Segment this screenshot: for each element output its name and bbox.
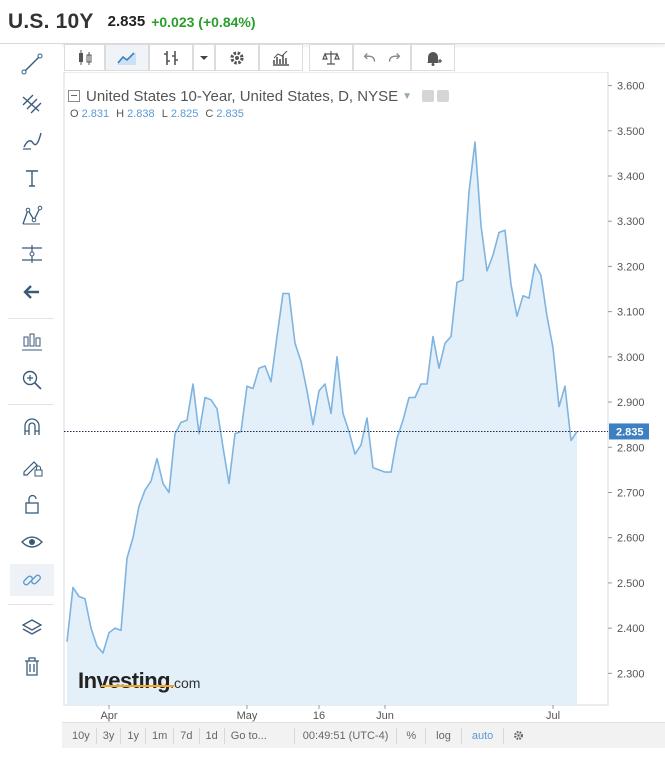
- investing-logo: Investing.com: [78, 668, 200, 694]
- close-value: 2.835: [216, 108, 244, 120]
- x-tick-label: May: [237, 710, 258, 722]
- range-10y[interactable]: 10y: [66, 727, 97, 744]
- indicators-icon: [273, 50, 289, 66]
- range-1y[interactable]: 1y: [121, 727, 146, 744]
- y-tick-label: 3.400: [617, 171, 645, 183]
- x-tick-label: 16: [313, 710, 325, 722]
- undo-redo-group: [353, 44, 411, 71]
- y-tick-label: 3.500: [617, 126, 645, 138]
- chart-legend: United States 10-Year, United States, D,…: [66, 86, 506, 126]
- zoom-icon[interactable]: [10, 364, 54, 396]
- y-tick-label: 3.000: [617, 352, 645, 364]
- link-icon[interactable]: [10, 564, 54, 596]
- visibility-icon[interactable]: [422, 90, 435, 102]
- logo-suffix: .com: [170, 675, 201, 691]
- y-tick-label: 2.300: [617, 668, 645, 680]
- open-label: O: [70, 108, 79, 120]
- line-chart-button[interactable]: [105, 44, 149, 71]
- trend-line-icon[interactable]: [10, 48, 54, 80]
- chart-toolbar: [62, 44, 665, 72]
- y-tick-label: 2.900: [617, 397, 645, 409]
- y-tick-label: 2.800: [617, 442, 645, 454]
- candles-icon: [78, 49, 91, 65]
- chart-settings-button[interactable]: [504, 728, 533, 744]
- range-3y[interactable]: 3y: [97, 727, 122, 744]
- alert-icon: [427, 51, 442, 66]
- chart-type-dropdown[interactable]: [193, 44, 215, 71]
- redo-icon[interactable]: [385, 49, 403, 67]
- fib-tools-icon[interactable]: [10, 86, 54, 118]
- text-icon[interactable]: [10, 162, 54, 194]
- ohlc-values: O 2.831 H 2.838 L 2.825 C 2.835: [70, 108, 506, 120]
- candles-type-button[interactable]: [64, 44, 105, 71]
- chart-area[interactable]: 2.300 2.400 2.500 2.600 2.700 2.800 2.900 3.000…: [62, 72, 665, 757]
- y-tick-label: 3.200: [617, 261, 645, 273]
- price-chart[interactable]: 2.300 2.400 2.500 2.600 2.700 2.800 2.900 3.000…: [62, 72, 665, 722]
- high-label: H: [116, 108, 125, 120]
- dropdown-icon: [200, 55, 208, 60]
- line-chart-icon: [117, 51, 136, 65]
- price-change: +0.023 (+0.84%): [151, 13, 256, 30]
- x-tick-label: Jul: [546, 710, 560, 722]
- legend-dropdown-icon[interactable]: ▼: [402, 91, 412, 102]
- y-tick-label: 2.600: [617, 533, 645, 545]
- x-tick-label: Apr: [100, 710, 117, 722]
- settings-button[interactable]: [215, 44, 259, 71]
- measure-icon[interactable]: [10, 238, 54, 270]
- auto-toggle[interactable]: auto: [462, 727, 505, 744]
- last-price: 2.835: [107, 13, 146, 30]
- lock-drawing-icon[interactable]: [10, 450, 54, 482]
- indicators-button[interactable]: [259, 44, 303, 71]
- y-tick-label: 2.700: [617, 487, 645, 499]
- y-tick-label: 2.500: [617, 578, 645, 590]
- percent-toggle[interactable]: %: [397, 727, 427, 744]
- alert-button[interactable]: [411, 44, 455, 71]
- low-label: L: [161, 108, 168, 120]
- series-settings-icon[interactable]: [437, 90, 450, 102]
- undo-icon[interactable]: [361, 49, 379, 67]
- range-1m[interactable]: 1m: [146, 727, 175, 744]
- y-tick-label: 3.300: [617, 216, 645, 228]
- close-label: C: [205, 108, 214, 120]
- y-tick-label: 3.600: [617, 81, 645, 93]
- compare-button[interactable]: [309, 44, 353, 71]
- open-value: 2.831: [81, 108, 110, 120]
- layers-icon[interactable]: [10, 612, 54, 644]
- gear-icon: [514, 731, 524, 740]
- instrument-header: U.S. 10Y 2.835 +0.023 (+0.84%): [0, 0, 665, 44]
- unlock-icon[interactable]: [10, 488, 54, 520]
- collapse-legend-icon[interactable]: [68, 90, 80, 102]
- logo-underline: [101, 685, 174, 687]
- logo-name: Investing: [78, 668, 171, 693]
- range-7d[interactable]: 7d: [174, 727, 200, 744]
- y-tick-label: 3.100: [617, 307, 645, 319]
- candles-icon[interactable]: [10, 326, 54, 358]
- pattern-icon[interactable]: [10, 200, 54, 232]
- settings-icon: [230, 50, 244, 65]
- magnet-icon[interactable]: [10, 412, 54, 444]
- log-toggle[interactable]: log: [426, 727, 462, 744]
- x-tick-label: Jun: [376, 710, 394, 722]
- goto-button[interactable]: Go to...: [225, 727, 295, 744]
- last-price-label: 2.835: [616, 426, 644, 438]
- legend-title: United States 10-Year, United States, D,…: [86, 87, 399, 105]
- instrument-symbol: U.S. 10Y: [8, 9, 94, 33]
- range-1d[interactable]: 1d: [200, 727, 225, 744]
- eye-icon[interactable]: [10, 526, 54, 558]
- back-arrow-icon[interactable]: [10, 276, 54, 308]
- drawing-toolbar: [0, 44, 62, 757]
- brush-icon[interactable]: [10, 124, 54, 156]
- bar-type-icon: [164, 50, 178, 65]
- trash-icon[interactable]: [10, 650, 54, 682]
- low-value: 2.825: [170, 108, 199, 120]
- y-tick-label: 2.400: [617, 623, 645, 635]
- high-value: 2.838: [127, 108, 155, 120]
- compare-icon: [322, 50, 340, 65]
- clock-readout: 00:49:51 (UTC-4): [295, 727, 398, 744]
- bar-type-button[interactable]: [149, 44, 193, 71]
- range-bar: 10y 3y 1y 1m 7d 1d Go to... 00:49:51 (UT…: [62, 722, 665, 748]
